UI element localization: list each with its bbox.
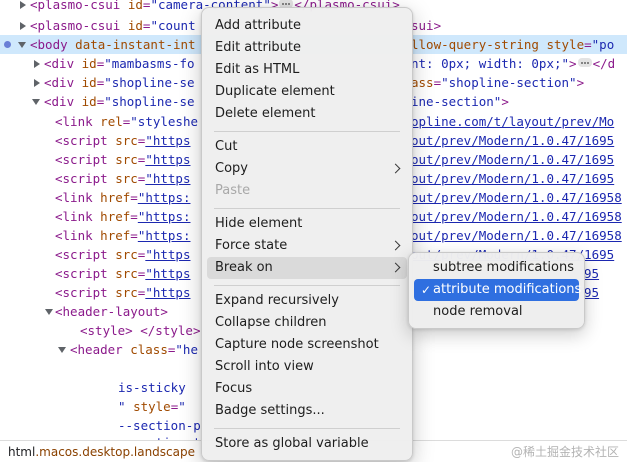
submenu-item-subtree-modifications[interactable]: subtree modifications xyxy=(414,257,579,279)
menu-item-label: Paste xyxy=(215,183,251,198)
break-on-submenu: subtree modifications ✓ attribute modific… xyxy=(408,252,585,329)
menu-item-label: Edit attribute xyxy=(215,40,302,55)
collapse-arrow-icon[interactable] xyxy=(18,42,26,48)
expand-arrow-icon[interactable] xyxy=(34,79,40,87)
menu-item-label: Copy xyxy=(215,161,248,176)
menu-item-label: Store as global variable xyxy=(215,436,369,451)
menu-item-label: Break on xyxy=(215,260,273,275)
menu-item-capture-node-screenshot[interactable]: Capture node screenshot xyxy=(207,334,407,356)
menu-separator xyxy=(214,285,400,286)
collapse-arrow-icon[interactable] xyxy=(45,309,53,315)
expand-arrow-icon[interactable] xyxy=(34,60,40,68)
menu-item-badge-settings[interactable]: Badge settings... xyxy=(207,400,407,422)
menu-item-label: Expand recursively xyxy=(215,293,339,308)
breadcrumb[interactable]: html.macos.desktop.landscape xyxy=(8,441,195,462)
menu-item-label: Hide element xyxy=(215,216,303,231)
expand-arrow-icon[interactable] xyxy=(20,1,26,9)
element-context-menu: Add attribute Edit attribute Edit as HTM… xyxy=(201,7,413,461)
menu-item-label: Focus xyxy=(215,381,253,396)
watermark-text: @稀土掘金技术社区 xyxy=(510,445,619,459)
menu-item-cut[interactable]: Cut xyxy=(207,136,407,158)
submenu-item-attribute-modifications[interactable]: ✓ attribute modifications xyxy=(414,279,582,301)
submenu-item-label: subtree modifications xyxy=(433,260,575,275)
menu-item-label: Add attribute xyxy=(215,18,302,33)
menu-item-label: Edit as HTML xyxy=(215,62,300,77)
collapse-arrow-icon[interactable] xyxy=(32,99,40,105)
selected-node-dot-icon xyxy=(4,41,11,48)
menu-item-store-as-global-variable[interactable]: Store as global variable xyxy=(207,433,407,455)
chevron-right-icon xyxy=(390,240,401,251)
menu-separator xyxy=(214,208,400,209)
menu-item-label: Badge settings... xyxy=(215,403,325,418)
collapsed-content-icon[interactable] xyxy=(577,58,592,67)
collapse-arrow-icon[interactable] xyxy=(58,347,66,353)
menu-item-edit-attribute[interactable]: Edit attribute xyxy=(207,37,407,59)
menu-item-label: Scroll into view xyxy=(215,359,314,374)
menu-item-label: Force state xyxy=(215,238,288,253)
menu-item-label: Cut xyxy=(215,139,238,154)
checkmark-icon: ✓ xyxy=(421,283,432,297)
menu-item-hide-element[interactable]: Hide element xyxy=(207,213,407,235)
submenu-item-node-removal[interactable]: node removal xyxy=(414,301,579,323)
expand-arrow-icon[interactable] xyxy=(20,22,26,30)
menu-item-label: Capture node screenshot xyxy=(215,337,379,352)
chevron-right-icon xyxy=(390,163,401,174)
menu-item-scroll-into-view[interactable]: Scroll into view xyxy=(207,356,407,378)
menu-item-delete-element[interactable]: Delete element xyxy=(207,103,407,125)
menu-separator xyxy=(214,131,400,132)
menu-item-focus[interactable]: Focus xyxy=(207,378,407,400)
menu-item-label: Duplicate element xyxy=(215,84,335,99)
menu-item-force-state[interactable]: Force state xyxy=(207,235,407,257)
menu-item-paste: Paste xyxy=(207,180,407,202)
menu-item-edit-as-html[interactable]: Edit as HTML xyxy=(207,59,407,81)
menu-item-add-attribute[interactable]: Add attribute xyxy=(207,15,407,37)
menu-item-collapse-children[interactable]: Collapse children xyxy=(207,312,407,334)
chevron-right-icon xyxy=(390,262,401,273)
menu-item-copy[interactable]: Copy xyxy=(207,158,407,180)
menu-item-label: Delete element xyxy=(215,106,316,121)
menu-item-break-on[interactable]: Break on xyxy=(207,257,407,279)
breadcrumb-classes[interactable]: .macos.desktop.landscape xyxy=(35,445,195,459)
menu-separator xyxy=(214,428,400,429)
submenu-item-label: attribute modifications xyxy=(433,282,582,297)
menu-item-label: Collapse children xyxy=(215,315,327,330)
submenu-item-label: node removal xyxy=(433,304,523,319)
breadcrumb-tag[interactable]: html xyxy=(8,445,35,459)
menu-item-expand-recursively[interactable]: Expand recursively xyxy=(207,290,407,312)
menu-item-duplicate-element[interactable]: Duplicate element xyxy=(207,81,407,103)
